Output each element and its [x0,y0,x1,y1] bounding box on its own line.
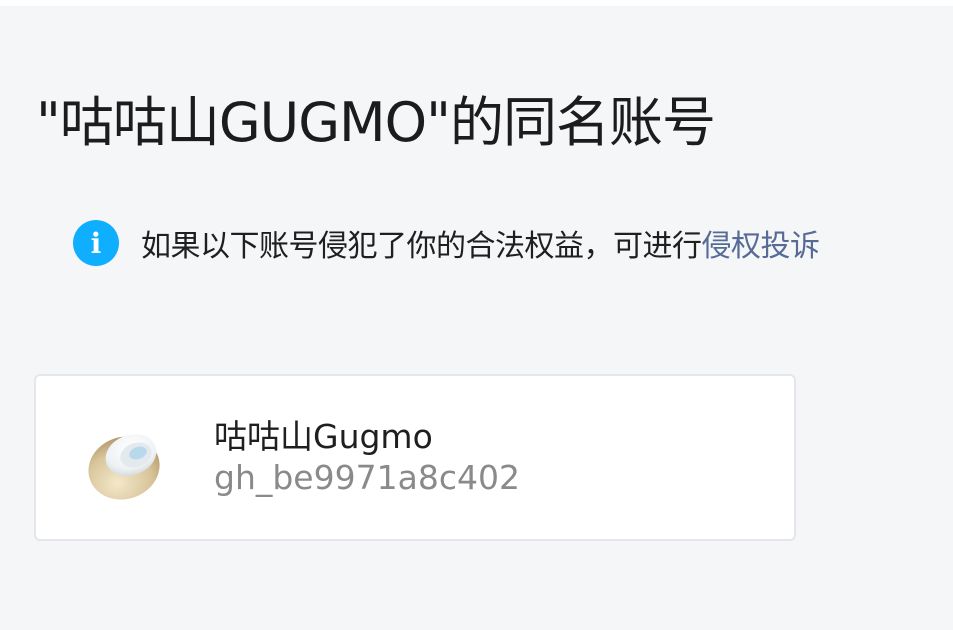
infringement-report-link[interactable]: 侵权投诉 [702,221,821,265]
page-container: "咕咕山GUGMO"的同名账号 i 如果以下账号侵犯了你的合法权益，可进行 侵权投… [0,6,953,630]
page-title: "咕咕山GUGMO"的同名账号 [36,91,716,154]
infringement-notice: i 如果以下账号侵犯了你的合法权益，可进行 侵权投诉 [73,220,820,266]
coconut-icon [88,434,160,500]
notice-text: 如果以下账号侵犯了你的合法权益，可进行 [141,229,702,264]
info-icon: i [73,220,119,266]
account-name: 咕咕山Gugmo [214,417,433,456]
account-id: gh_be9971a8c402 [214,458,520,497]
account-card[interactable]: 咕咕山Gugmo gh_be9971a8c402 [34,374,796,541]
